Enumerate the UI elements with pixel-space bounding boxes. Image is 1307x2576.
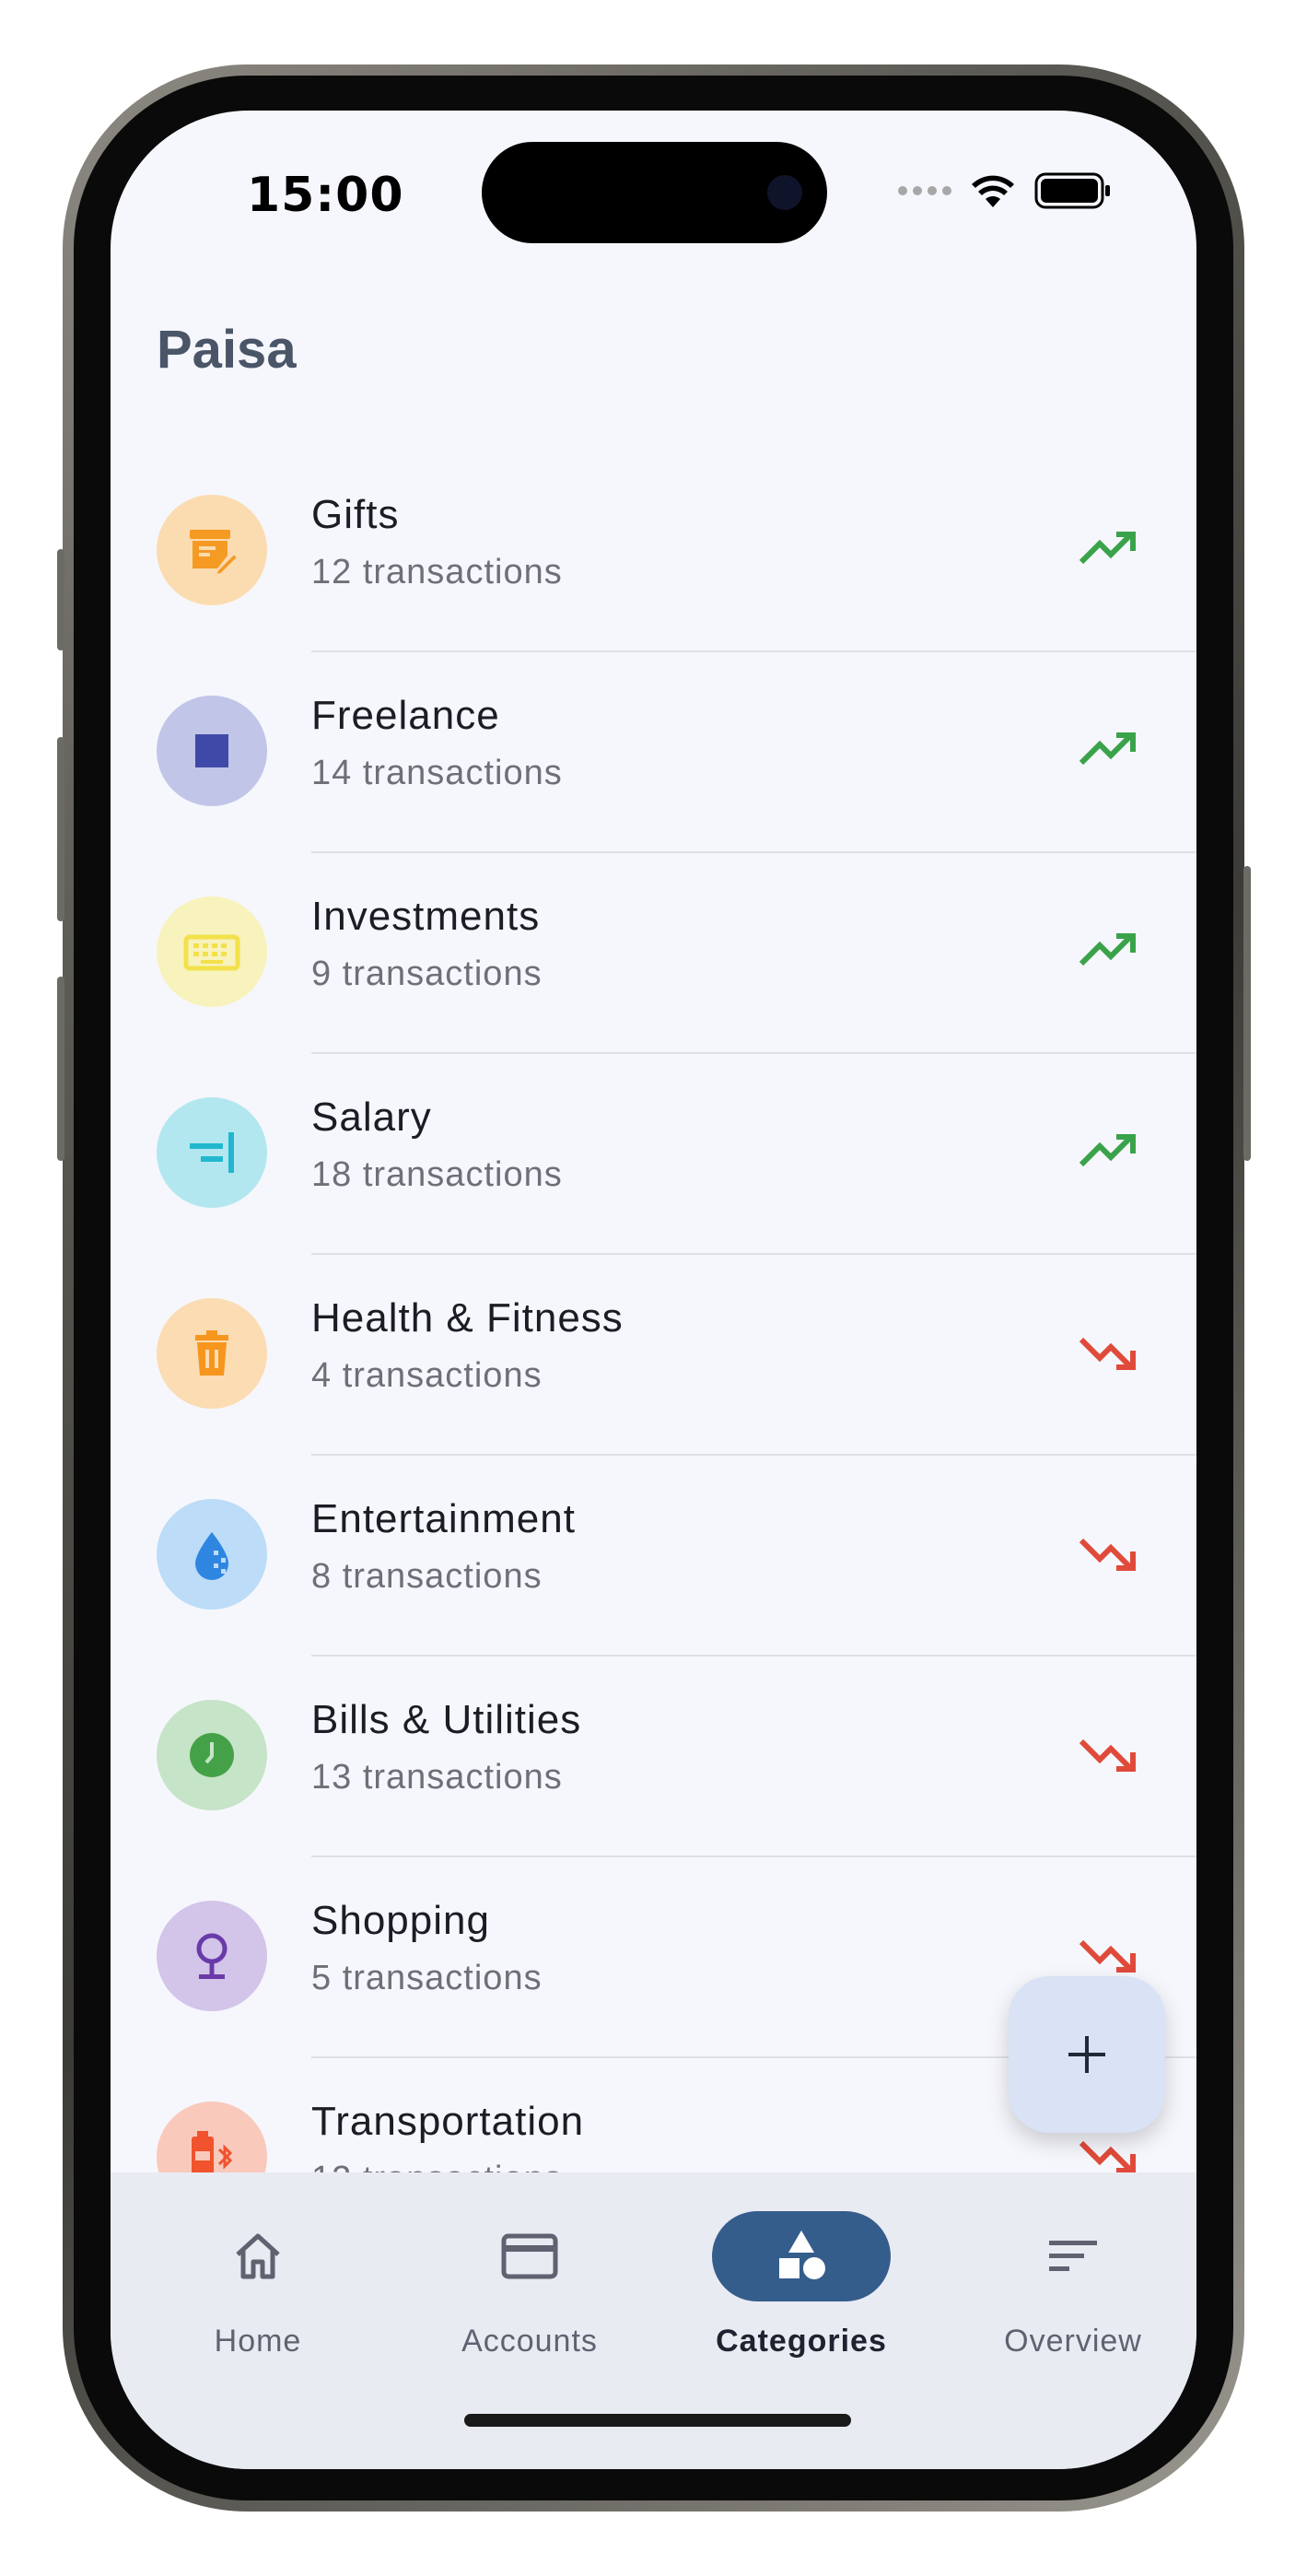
sort-lines-icon [1049,2241,1097,2271]
nav-overview-pill [984,2211,1162,2301]
trending-up-icon [1079,532,1136,565]
keyboard-icon [157,896,267,1007]
category-name: Bills & Utilities [311,1697,582,1742]
category-name: Salary [311,1095,432,1140]
nav-overview-label: Overview [1004,2324,1142,2359]
status-time: 15:00 [247,168,404,223]
category-row-salary[interactable]: Salary 18 transactions [111,1054,1196,1255]
transaction-count: 14 transactions [311,754,563,792]
category-row-investments[interactable]: Investments 9 transactions [111,853,1196,1054]
category-name: Entertainment [311,1496,576,1541]
trending-up-icon [1079,1134,1136,1167]
category-name: Health & Fitness [311,1295,624,1341]
nav-categories[interactable]: Categories [682,2211,921,2359]
transaction-count: 18 transactions [311,1155,563,1194]
category-row-bills-utilities[interactable]: Bills & Utilities 13 transactions [111,1657,1196,1857]
home-indicator[interactable] [464,2414,851,2427]
category-row-freelance[interactable]: Freelance 14 transactions [111,652,1196,853]
nav-home-label: Home [214,2324,302,2359]
transaction-count: 12 transactions [311,553,563,591]
power-button [1243,866,1251,1161]
trending-up-icon [1079,933,1136,966]
align-right-icon [157,1097,267,1208]
trending-up-icon [1079,732,1136,766]
plus-icon [1068,2036,1105,2073]
battery-icon [1034,172,1110,209]
category-row-entertainment[interactable]: Entertainment 8 transactions [111,1456,1196,1657]
square-icon [157,696,267,806]
card-icon [501,2233,558,2279]
add-category-button[interactable] [1009,1976,1165,2133]
volume-down-button [57,977,64,1161]
nav-categories-label: Categories [716,2324,887,2359]
category-name: Investments [311,894,541,939]
trash-icon [157,1298,267,1409]
trending-down-icon [1079,1939,1136,1973]
nav-accounts-pill [440,2211,619,2301]
nav-accounts-label: Accounts [461,2324,598,2359]
nav-categories-pill [712,2211,891,2301]
app-title: Paisa [157,320,297,380]
gift-note-icon [157,495,267,605]
transaction-count: 9 transactions [311,954,543,993]
category-name: Shopping [311,1898,490,1943]
drop-icon [157,1499,267,1610]
trending-down-icon [1079,1739,1136,1772]
category-name: Transportation [311,2099,585,2144]
shapes-icon [779,2231,825,2279]
screen: 15:00 Paisa Gifts 12 transactions Freela… [111,111,1196,2469]
transaction-count: 4 transactions [311,1356,543,1395]
nav-home[interactable]: Home [138,2211,378,2359]
camera-icon [767,175,802,210]
signal-icon [898,186,951,195]
dynamic-island [482,142,827,243]
home-icon [236,2233,280,2279]
trending-down-icon [1079,2140,1136,2173]
category-name: Gifts [311,492,400,537]
category-row-gifts[interactable]: Gifts 12 transactions [111,451,1196,652]
transaction-count: 8 transactions [311,1557,543,1596]
transaction-count: 13 transactions [311,1758,563,1797]
female-icon [157,1901,267,2011]
volume-up-button [57,737,64,921]
nav-overview[interactable]: Overview [953,2211,1193,2359]
silent-switch [57,549,64,650]
nav-home-pill [169,2211,347,2301]
transaction-count: 5 transactions [311,1959,543,1997]
trending-down-icon [1079,1337,1136,1370]
nav-accounts[interactable]: Accounts [410,2211,649,2359]
category-name: Freelance [311,693,500,738]
trending-down-icon [1079,1538,1136,1571]
clock-icon [157,1700,267,1810]
category-row-health-fitness[interactable]: Health & Fitness 4 transactions [111,1255,1196,1456]
status-icons [898,171,1112,210]
wifi-icon [972,175,1014,207]
